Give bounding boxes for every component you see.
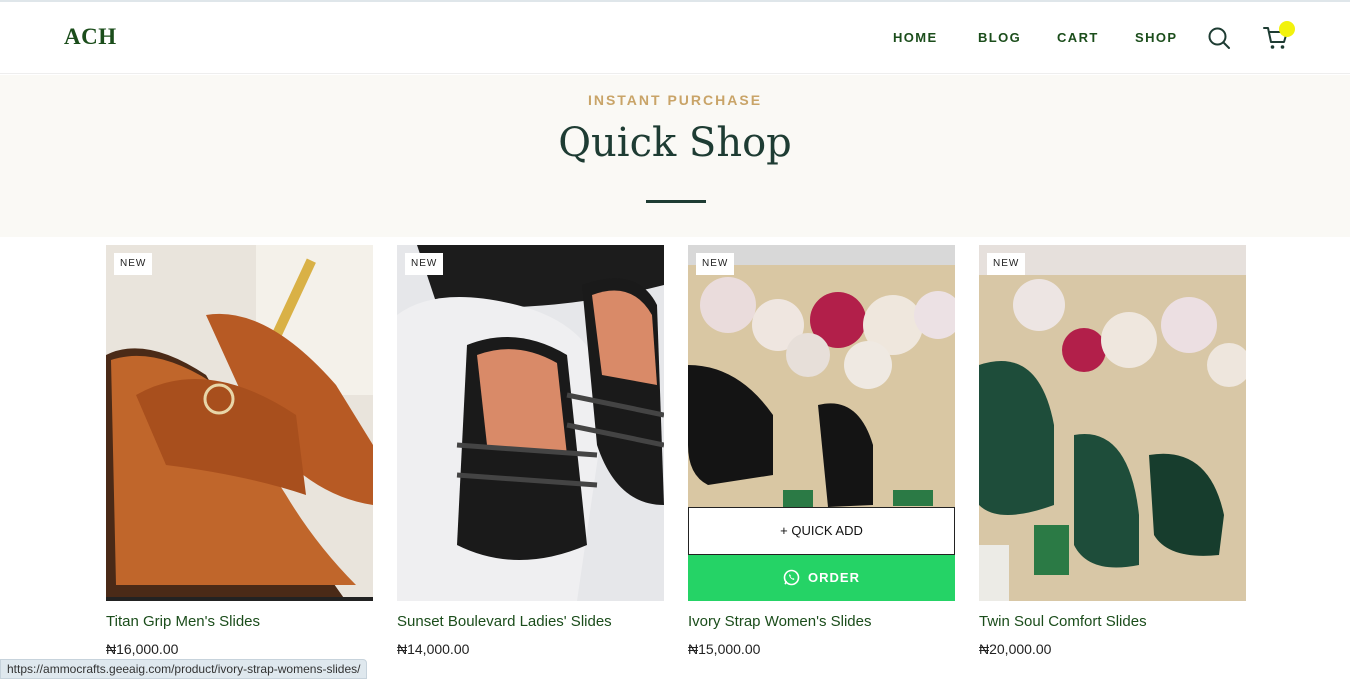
product-image[interactable]: NEW (106, 245, 373, 601)
product-image[interactable]: NEW (397, 245, 664, 601)
status-bar-url: https://ammocrafts.geeaig.com/product/iv… (0, 659, 368, 679)
quick-add-button[interactable]: + QUICK ADD (688, 507, 955, 555)
new-badge: NEW (405, 253, 444, 275)
product-price: ₦15,000.00 (688, 641, 761, 657)
main-nav: HOME BLOG CART SHOP (0, 30, 1350, 50)
new-badge: NEW (696, 253, 735, 275)
nav-shop[interactable]: SHOP (1135, 30, 1177, 45)
order-label: ORDER (808, 570, 860, 585)
product-title[interactable]: Twin Soul Comfort Slides (979, 613, 1147, 630)
product-image[interactable]: NEW (979, 245, 1246, 601)
hero-divider (646, 200, 706, 203)
product-title[interactable]: Titan Grip Men's Slides (106, 613, 260, 630)
hero-title: Quick Shop (558, 120, 792, 166)
new-badge: NEW (987, 253, 1026, 275)
product-title[interactable]: Sunset Boulevard Ladies' Slides (397, 613, 612, 630)
cart-count-badge: 0 (1279, 21, 1295, 37)
product-card[interactable]: NEW Titan Grip Men's Slides ₦16,000.00 (106, 245, 373, 657)
product-card[interactable]: NEW Twin Soul Comfort Slides ₦20,000.00 (979, 245, 1246, 657)
whatsapp-order-button[interactable]: ORDER (688, 555, 955, 601)
product-price: ₦16,000.00 (106, 641, 179, 657)
product-image[interactable]: NEW + QUICK ADD ORDER (688, 245, 955, 601)
quick-shop-hero: INSTANT PURCHASE Quick Shop (0, 75, 1350, 237)
hero-eyebrow: INSTANT PURCHASE (587, 92, 763, 108)
site-header: ACH HOME BLOG CART SHOP 0 (0, 2, 1350, 74)
product-price: ₦20,000.00 (979, 641, 1052, 657)
new-badge: NEW (114, 253, 153, 275)
nav-cart[interactable]: CART (1057, 30, 1099, 45)
search-icon[interactable] (1207, 26, 1231, 50)
product-price: ₦14,000.00 (397, 641, 470, 657)
product-card[interactable]: NEW + QUICK ADD ORDER Ivory Strap Women'… (688, 245, 955, 657)
nav-blog[interactable]: BLOG (978, 30, 1021, 45)
product-card[interactable]: NEW Sunset Boulevard Ladies' Slides ₦14,… (397, 245, 664, 657)
nav-home[interactable]: HOME (893, 30, 938, 45)
whatsapp-icon (783, 569, 800, 586)
product-title[interactable]: Ivory Strap Women's Slides (688, 613, 872, 630)
